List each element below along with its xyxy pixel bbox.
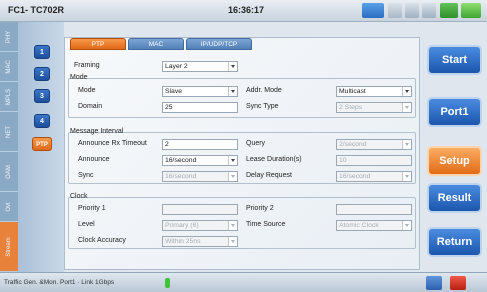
announce-label: Announce [78, 156, 110, 163]
addr-mode-label: Addr. Mode [246, 87, 282, 94]
announce-select[interactable]: 16/second [162, 155, 238, 166]
level-label: Level [78, 221, 95, 228]
status-bar: Traffic Gen. &Mon. Port1 · Link 1Gbps [0, 272, 487, 292]
return-button[interactable]: Return [427, 227, 482, 257]
stream-4-button[interactable]: 4 [34, 114, 50, 128]
stream-selector: 1 2 3 4 PTP [18, 22, 64, 272]
priority1-label: Priority 1 [78, 205, 106, 212]
network-icon [388, 3, 402, 18]
action-bar: Start Port1 Setup Result Return [422, 22, 487, 272]
delay-request-label: Delay Request [246, 172, 292, 179]
tab-ip-udp-tcp[interactable]: IP/UDP/TCP [186, 38, 252, 50]
delay-request-select[interactable]: 16/second [336, 171, 412, 182]
chevron-down-icon [228, 237, 237, 246]
tab-stream[interactable]: Stream [0, 222, 18, 272]
tab-mac-header[interactable]: MAC [128, 38, 184, 50]
chevron-down-icon [402, 103, 411, 112]
priority1-input[interactable] [162, 204, 238, 215]
chevron-down-icon [228, 221, 237, 230]
mode-group-title: Mode [70, 74, 88, 81]
framing-label: Framing [74, 62, 100, 69]
stream-2-button[interactable]: 2 [34, 67, 50, 81]
clock-accuracy-label: Clock Accuracy [78, 237, 126, 244]
announce-rx-input[interactable]: 2 [162, 139, 238, 150]
panel-tabs: PTP MAC IP/UDP/TCP [64, 38, 420, 50]
link-status-icon [440, 3, 458, 18]
announce-rx-label: Announce Rx Timeout [78, 140, 147, 147]
tab-ovt[interactable]: Ovt [0, 192, 18, 222]
status-text: Traffic Gen. &Mon. Port1 · Link 1Gbps [4, 279, 115, 286]
lease-duration-input[interactable]: 10 [336, 155, 412, 166]
lease-duration-label: Lease Duration(s) [246, 156, 302, 163]
tab-net[interactable]: NET [0, 112, 18, 152]
keyboard-icon[interactable] [362, 3, 384, 18]
level-select[interactable]: Primary (6) [162, 220, 238, 231]
addr-mode-select[interactable]: Multicast [336, 86, 412, 97]
domain-label: Domain [78, 103, 103, 110]
port1-button[interactable]: Port1 [427, 97, 482, 127]
time-source-select[interactable]: Atomic Clock [336, 220, 412, 231]
sync-label: Sync [78, 172, 94, 179]
stream-1-button[interactable]: 1 [34, 45, 50, 59]
title-bar: FC1- TC702R 16:36:17 [0, 0, 487, 22]
chevron-down-icon [228, 62, 237, 71]
chevron-down-icon [228, 156, 237, 165]
ptp-button[interactable]: PTP [32, 137, 52, 151]
result-button[interactable]: Result [427, 183, 482, 213]
minimize-icon[interactable] [426, 276, 442, 290]
tab-phy[interactable]: PHY [0, 22, 18, 52]
sync-type-label: Sync Type [246, 103, 279, 110]
clock-accuracy-select[interactable]: Within 25ns [162, 236, 238, 247]
clock-time: 16:36:17 [228, 5, 265, 15]
close-icon[interactable] [450, 276, 466, 290]
mode-select[interactable]: Slave [162, 86, 238, 97]
priority2-input[interactable] [336, 204, 412, 215]
chevron-down-icon [402, 140, 411, 149]
tab-oam[interactable]: OAM [0, 152, 18, 192]
tools-icon[interactable] [405, 3, 419, 18]
chevron-down-icon [228, 87, 237, 96]
domain-input[interactable]: 25 [162, 102, 238, 113]
chevron-down-icon [402, 172, 411, 181]
chevron-down-icon [228, 172, 237, 181]
tab-mac[interactable]: MAC [0, 52, 18, 82]
battery-icon [461, 3, 481, 18]
priority2-label: Priority 2 [246, 205, 274, 212]
time-source-label: Time Source [246, 221, 286, 228]
tab-ptp[interactable]: PTP [70, 38, 126, 50]
mode-label: Mode [78, 87, 96, 94]
clock-group-title: Clock [70, 193, 88, 200]
query-select[interactable]: 2/second [336, 139, 412, 150]
sync-select[interactable]: 16/second [162, 171, 238, 182]
query-label: Query [246, 140, 266, 147]
link-led-icon [165, 278, 170, 288]
device-name: FC1- TC702R [8, 5, 65, 15]
tab-mpls[interactable]: MPLS [0, 82, 18, 112]
sync-type-select[interactable]: 2 Steps [336, 102, 412, 113]
chevron-down-icon [402, 221, 411, 230]
stream-3-button[interactable]: 3 [34, 89, 50, 103]
framing-select[interactable]: Layer 2 [162, 61, 238, 72]
layer-tabs: PHY MAC MPLS NET OAM Ovt Stream [0, 22, 18, 272]
settings-icon[interactable] [422, 3, 436, 18]
message-interval-title: Message Interval [70, 128, 124, 135]
start-button[interactable]: Start [427, 45, 482, 75]
setup-button[interactable]: Setup [427, 146, 482, 176]
chevron-down-icon [402, 87, 411, 96]
